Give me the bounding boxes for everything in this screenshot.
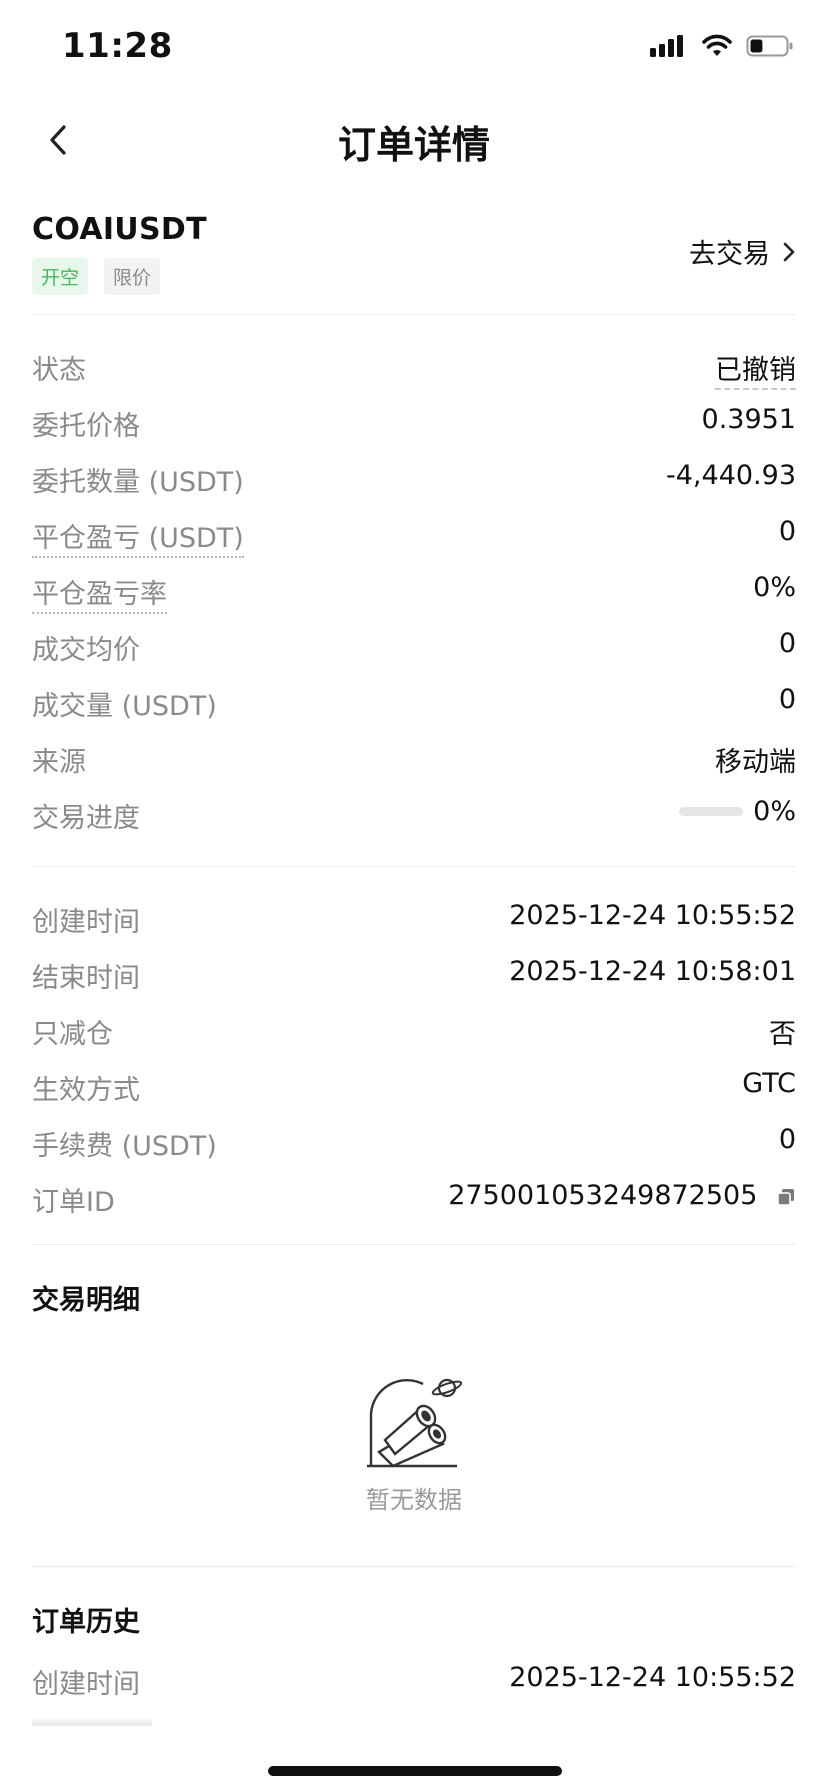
history-row-cutoff [32, 1716, 232, 1726]
meta-row-created: 创建时间 2025-12-24 10:55:52 [32, 890, 796, 946]
detail-row-source: 来源 移动端 [32, 730, 796, 786]
copy-icon[interactable] [776, 1187, 796, 1207]
status-icons [648, 34, 794, 58]
wifi-icon [702, 34, 732, 56]
divider [32, 314, 796, 315]
detail-row-close-pnl-rate: 平仓盈亏率 0% [32, 562, 796, 618]
detail-value: 0.3951 [701, 404, 796, 435]
trade-details-title: 交易明细 [32, 1285, 140, 1316]
progress-value: 0% [753, 796, 796, 827]
order-id-value: 275001053249872505 [448, 1180, 796, 1211]
meta-row-fee: 手续费 (USDT) 0 [32, 1114, 796, 1170]
meta-row-order-id: 订单ID 275001053249872505 [32, 1170, 796, 1226]
pair-name: COAIUSDT [32, 212, 207, 247]
detail-label: 状态 [32, 355, 86, 386]
go-trade-label: 去交易 [689, 239, 770, 270]
home-indicator [268, 1766, 562, 1776]
meta-label: 订单ID [32, 1187, 115, 1218]
divider [32, 866, 796, 867]
detail-row-status: 状态 已撤销 [32, 338, 796, 394]
history-row-created: 创建时间 2025-12-24 10:55:52 [32, 1652, 796, 1708]
meta-row-time-in-force: 生效方式 GTC [32, 1058, 796, 1114]
meta-label: 结束时间 [32, 963, 140, 994]
order-type-tag: 限价 [104, 258, 161, 295]
detail-label: 成交量 (USDT) [32, 691, 217, 722]
meta-label: 只减仓 [32, 1019, 113, 1050]
chevron-right-icon [783, 242, 795, 261]
pair-tags: 开空 限价 [32, 258, 161, 295]
meta-value: 2025-12-24 10:55:52 [509, 900, 796, 931]
meta-value: 2025-12-24 10:58:01 [509, 956, 796, 987]
detail-value: 0 [778, 516, 796, 547]
detail-label: 委托数量 (USDT) [32, 467, 244, 498]
meta-row-reduce-only: 只减仓 否 [32, 1002, 796, 1058]
meta-label: 创建时间 [32, 907, 140, 938]
close-pnl-label[interactable]: 平仓盈亏 (USDT) [32, 516, 244, 558]
detail-row-progress: 交易进度 0% [32, 786, 796, 842]
detail-row-quantity: 委托数量 (USDT) -4,440.93 [32, 450, 796, 506]
detail-value: 移动端 [715, 747, 796, 778]
detail-label: 委托价格 [32, 411, 140, 442]
signal-icon [650, 35, 683, 57]
detail-row-price: 委托价格 0.3951 [32, 394, 796, 450]
pair-header: COAIUSDT 开空 限价 去交易 [32, 206, 796, 314]
history-label: 创建时间 [32, 1669, 140, 1700]
meta-value: 否 [769, 1019, 796, 1050]
detail-value: 0 [778, 628, 796, 659]
status-time: 11:28 [62, 26, 173, 66]
go-trade-link[interactable]: 去交易 [689, 232, 796, 271]
meta-value: GTC [742, 1068, 796, 1099]
order-history-title: 订单历史 [32, 1607, 140, 1638]
empty-text: 暂无数据 [366, 1486, 462, 1514]
progress-bar [679, 807, 744, 816]
side-tag: 开空 [32, 258, 89, 295]
meta-value: 0 [778, 1124, 796, 1155]
nav-bar: 订单详情 [0, 96, 828, 184]
meta-label: 手续费 (USDT) [32, 1131, 217, 1162]
detail-row-close-pnl: 平仓盈亏 (USDT) 0 [32, 506, 796, 562]
detail-row-avg-price: 成交均价 0 [32, 618, 796, 674]
detail-value: -4,440.93 [666, 460, 796, 491]
meta-row-ended: 结束时间 2025-12-24 10:58:01 [32, 946, 796, 1002]
page-title: 订单详情 [337, 123, 490, 167]
divider [32, 1244, 796, 1245]
detail-label: 交易进度 [32, 803, 140, 834]
binoculars-icon [367, 1378, 463, 1468]
detail-value: 0 [778, 684, 796, 715]
order-id-text: 275001053249872505 [448, 1180, 758, 1211]
empty-state [0, 1370, 828, 1474]
history-value: 2025-12-24 10:55:52 [509, 1662, 796, 1693]
status-bar: 11:28 [0, 0, 828, 96]
detail-label: 成交均价 [32, 635, 140, 666]
meta-label: 生效方式 [32, 1075, 140, 1106]
status-value[interactable]: 已撤销 [715, 348, 796, 390]
trade-progress: 0% [679, 796, 796, 827]
detail-value: 0% [753, 572, 796, 603]
divider [32, 1566, 796, 1567]
detail-row-filled: 成交量 (USDT) 0 [32, 674, 796, 730]
close-pnl-rate-label[interactable]: 平仓盈亏率 [32, 572, 167, 614]
detail-label: 来源 [32, 747, 86, 778]
battery-icon [746, 35, 793, 57]
